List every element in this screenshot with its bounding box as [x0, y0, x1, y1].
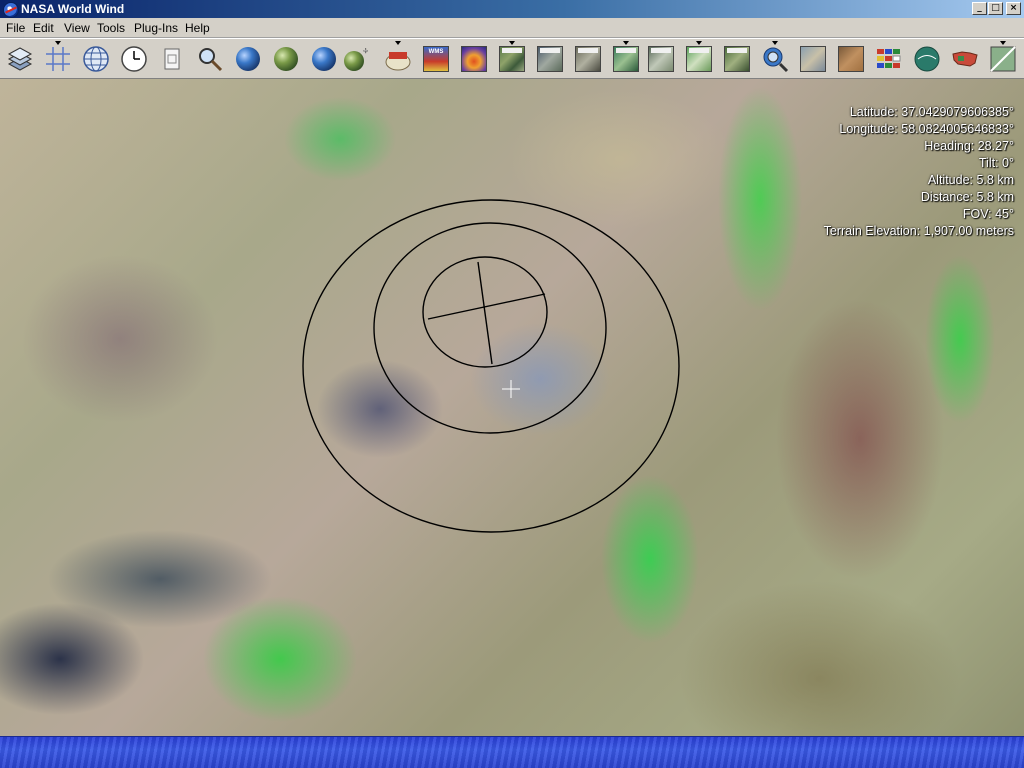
find-place-button[interactable]: [760, 41, 790, 74]
wms-browser-button[interactable]: [383, 41, 413, 74]
tilt-readout: Tilt: 0°: [978, 156, 1014, 170]
geocover-button[interactable]: [798, 44, 828, 74]
landsat-pseudo-button[interactable]: [646, 44, 676, 74]
minimize-button[interactable]: _: [972, 2, 987, 15]
map-thumbnail-icon: [648, 46, 674, 72]
landsat-7-button[interactable]: [611, 41, 641, 74]
usgs-topo-button[interactable]: [497, 41, 527, 74]
image-layers-button[interactable]: [836, 44, 866, 74]
earth-icon: [312, 47, 336, 71]
blue-marble-next-gen-button[interactable]: [271, 44, 301, 74]
landsat-globe-button[interactable]: [309, 44, 339, 74]
search-button[interactable]: [195, 44, 225, 74]
folder-globe-icon: [385, 52, 411, 71]
menu-view[interactable]: View: [64, 21, 90, 35]
map-thumbnail-icon: [724, 46, 750, 72]
menu-plug-ins[interactable]: Plug-Ins: [134, 21, 178, 35]
wms-layers-button[interactable]: WMS: [421, 44, 451, 74]
scale-bar-icon: [164, 48, 180, 70]
clock-button[interactable]: [119, 44, 149, 74]
close-button[interactable]: ×: [1006, 2, 1021, 15]
magnifier-icon: [199, 48, 223, 72]
globe-boundaries-icon: [914, 46, 940, 72]
latitude-readout: Latitude: 37.0429079606385°: [849, 105, 1014, 119]
maximize-button[interactable]: □: [988, 2, 1003, 15]
range-ring-outer: [302, 199, 680, 533]
heading-readout: Heading: 28.27°: [924, 139, 1014, 153]
terrain-elevation-readout: Terrain Elevation: 1,907.00 meters: [823, 224, 1014, 238]
map-thumbnail-icon: [575, 46, 601, 72]
crosshair-line-v: [477, 261, 493, 365]
modis-button[interactable]: [722, 44, 752, 74]
wms-label: WMS: [429, 49, 444, 55]
image-layer-icon: [838, 46, 864, 72]
title-bar[interactable]: NASA World Wind _ □ ×: [0, 0, 1024, 18]
menu-help[interactable]: Help: [185, 21, 210, 35]
earth-icon: [274, 47, 298, 71]
longitude-readout: Longitude: 58.0824005646833°: [839, 122, 1014, 136]
map-thumbnail-icon: [499, 46, 525, 72]
compass-settings-button[interactable]: [988, 41, 1018, 74]
map-thumbnail-icon: [613, 46, 639, 72]
usgs-urban-button[interactable]: [535, 44, 565, 74]
map-thumbnail-icon: [686, 46, 712, 72]
usa-map-button[interactable]: [950, 44, 980, 74]
menu-bar: File Edit View Tools Plug-Ins Help: [0, 18, 1024, 38]
range-ring-middle: [373, 222, 607, 434]
animated-earth-button[interactable]: [459, 44, 489, 74]
usgs-ortho-button[interactable]: [573, 44, 603, 74]
scale-bar-button[interactable]: [157, 44, 187, 74]
map-thumbnail-icon: [537, 46, 563, 72]
map-thumbnail-icon: [800, 46, 826, 72]
weather-map-icon: [461, 46, 487, 72]
onearth-landsat-button[interactable]: [684, 41, 714, 74]
lat-lon-grid-button[interactable]: [43, 41, 73, 74]
center-crosshair-icon: [502, 380, 520, 398]
toolbar: + WMS: [0, 38, 1024, 79]
place-names-button[interactable]: [81, 44, 111, 74]
flags-icon: [877, 49, 901, 68]
settings-icon: [990, 46, 1016, 72]
globe-grid-icon: [83, 46, 109, 72]
blue-marble-button[interactable]: [233, 44, 263, 74]
fov-readout: FOV: 45°: [962, 207, 1014, 221]
status-bar: [0, 736, 1024, 768]
nasa-logo-icon: [3, 2, 19, 18]
crosshair-line-h: [427, 293, 546, 320]
altitude-readout: Altitude: 5.8 km: [927, 173, 1014, 187]
menu-edit[interactable]: Edit: [33, 21, 54, 35]
clock-icon: [121, 46, 147, 72]
srtm-globe-button[interactable]: +: [343, 44, 373, 74]
svg-text:+: +: [363, 46, 368, 56]
window-title: NASA World Wind: [21, 2, 125, 16]
earth-icon: [236, 47, 260, 71]
globe-search-icon: [763, 47, 789, 73]
globe-viewport[interactable]: Latitude: 37.0429079606385° Longitude: 5…: [0, 79, 1024, 736]
layers-icon: [7, 47, 33, 71]
menu-tools[interactable]: Tools: [97, 21, 125, 35]
distance-readout: Distance: 5.8 km: [920, 190, 1014, 204]
menu-file[interactable]: File: [6, 21, 25, 35]
boundaries-button[interactable]: [912, 44, 942, 74]
layer-manager-button[interactable]: [5, 44, 35, 74]
flags-button[interactable]: [874, 44, 904, 74]
usa-map-icon: [952, 51, 978, 67]
grid-icon: [46, 47, 70, 71]
